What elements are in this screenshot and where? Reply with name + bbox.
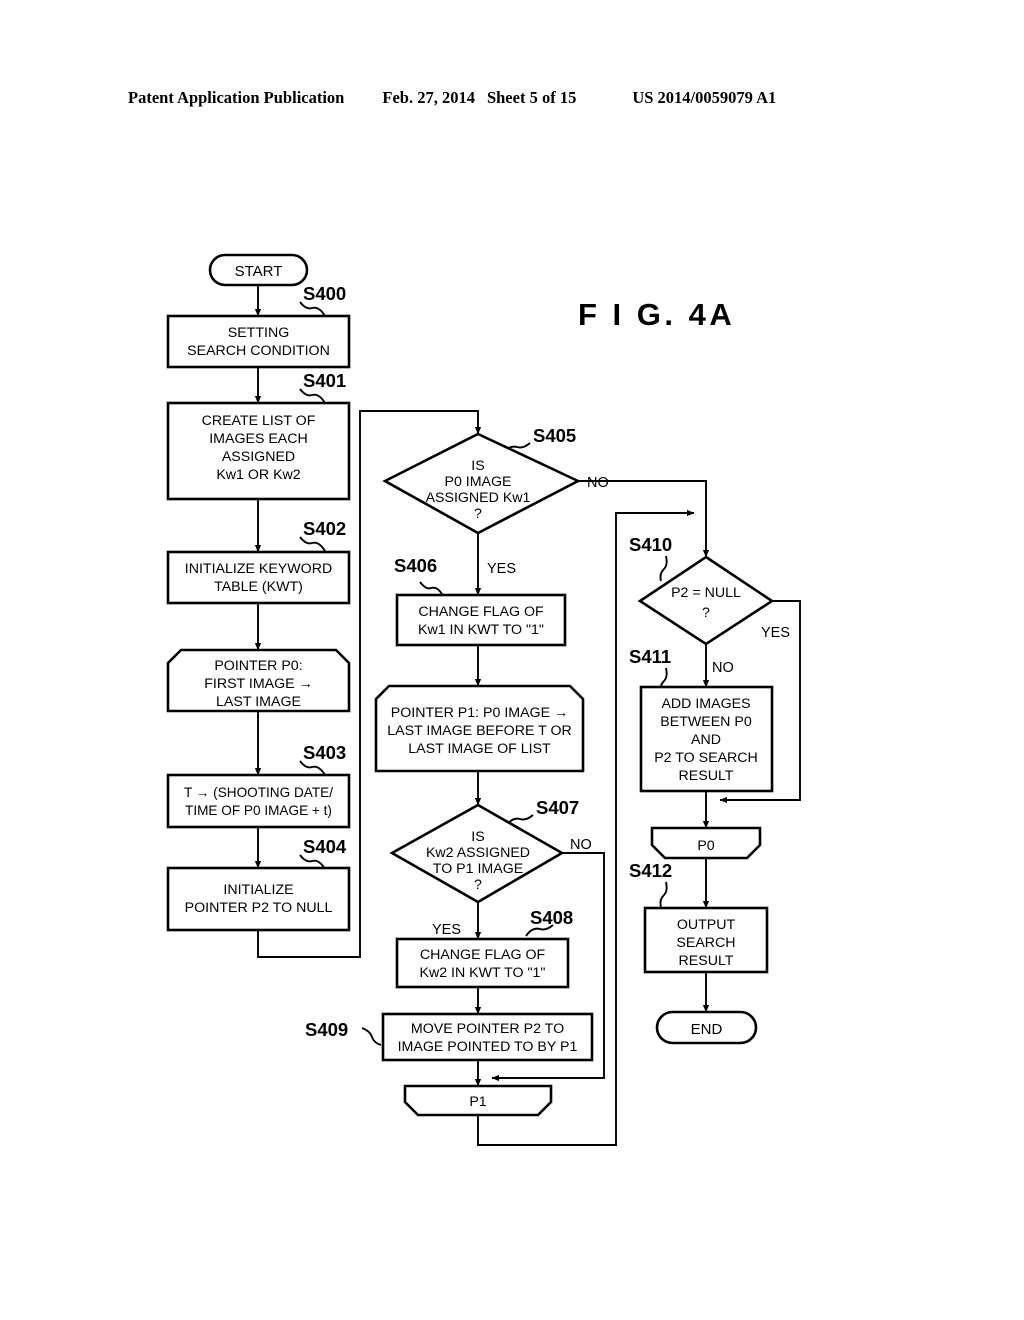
node-s401-line4: Kw1 OR Kw2 xyxy=(216,467,300,483)
branch-label-s405-yes: YES xyxy=(487,561,516,577)
node-s400-line1: SETTING xyxy=(228,325,289,341)
node-s405-line2: P0 IMAGE xyxy=(444,474,511,490)
loop-p0-start-line3: LAST IMAGE xyxy=(216,694,301,710)
step-label-s407: S407 xyxy=(536,797,579,818)
leader-s402 xyxy=(299,536,326,552)
node-s407-line1: IS xyxy=(471,829,484,845)
leader-s412 xyxy=(659,881,668,908)
node-start: START xyxy=(208,253,309,287)
node-end: END xyxy=(655,1010,758,1045)
step-label-s411: S411 xyxy=(629,646,671,667)
branch-label-s405-no: NO xyxy=(587,475,609,491)
node-s403: T → (SHOOTING DATE/ TIME OF P0 IMAGE + t… xyxy=(166,773,351,829)
node-s403-line2: TIME OF P0 IMAGE + t) xyxy=(185,803,332,818)
step-label-s405: S405 xyxy=(533,425,576,446)
node-s411-line2: BETWEEN P0 xyxy=(660,714,752,730)
node-s407-line4: ? xyxy=(474,877,482,893)
node-s407-line2: Kw2 ASSIGNED xyxy=(426,845,530,861)
node-s407-line3: TO P1 IMAGE xyxy=(433,861,523,877)
loop-p0-start-line1: POINTER P0: xyxy=(214,658,302,674)
leader-s409 xyxy=(361,1027,382,1046)
node-s412-line2: SEARCH xyxy=(676,935,735,951)
node-s409: MOVE POINTER P2 TO IMAGE POINTED TO BY P… xyxy=(381,1012,594,1062)
node-s411-line5: RESULT xyxy=(679,768,734,784)
node-s409-line1: MOVE POINTER P2 TO xyxy=(411,1021,564,1037)
loop-p0-start-line2: FIRST IMAGE → xyxy=(204,676,313,692)
loop-p1-start-line2: LAST IMAGE BEFORE T OR xyxy=(387,723,572,739)
branch-label-s410-no: NO xyxy=(712,660,734,676)
node-s404-line2: POINTER P2 TO NULL xyxy=(185,900,333,916)
node-s400: SETTING SEARCH CONDITION xyxy=(166,314,351,369)
leader-s403 xyxy=(299,760,326,776)
node-s411: ADD IMAGES BETWEEN P0 AND P2 TO SEARCH R… xyxy=(639,685,774,793)
node-loop-p1-end: P1 xyxy=(403,1084,553,1117)
node-s408-line1: CHANGE FLAG OF xyxy=(420,947,546,963)
step-label-leaders xyxy=(299,301,668,1046)
node-s410: P2 = NULL ? xyxy=(637,555,775,646)
node-s405-line4: ? xyxy=(474,506,482,522)
step-label-s404: S404 xyxy=(303,836,347,857)
node-s406-line2: Kw1 IN KWT TO "1" xyxy=(418,622,544,638)
leader-s410 xyxy=(659,555,668,582)
node-s406-line1: CHANGE FLAG OF xyxy=(418,604,544,620)
node-s411-line3: AND xyxy=(691,732,721,748)
node-s412-line1: OUTPUT xyxy=(677,917,736,933)
loop-p1-start-line3: LAST IMAGE OF LIST xyxy=(408,741,551,757)
branch-label-s407-yes: YES xyxy=(432,922,461,938)
step-label-s409: S409 xyxy=(305,1019,348,1040)
node-s412: OUTPUT SEARCH RESULT xyxy=(643,906,769,974)
node-start-label: START xyxy=(235,263,283,280)
branch-label-s407-no: NO xyxy=(570,837,592,853)
node-s401: CREATE LIST OF IMAGES EACH ASSIGNED Kw1 … xyxy=(166,401,351,501)
loop-p0-end-label: P0 xyxy=(697,838,714,854)
node-s404-line1: INITIALIZE xyxy=(223,882,293,898)
node-s411-line1: ADD IMAGES xyxy=(661,696,750,712)
node-s409-line2: IMAGE POINTED TO BY P1 xyxy=(398,1039,578,1055)
node-loop-p0-end: P0 xyxy=(650,826,762,860)
step-label-s402: S402 xyxy=(303,518,346,539)
branch-label-s410-yes: YES xyxy=(761,625,790,641)
node-loop-p1-start: POINTER P1: P0 IMAGE → LAST IMAGE BEFORE… xyxy=(374,684,585,773)
node-s408-line2: Kw2 IN KWT TO "1" xyxy=(420,965,546,981)
node-s407: IS Kw2 ASSIGNED TO P1 IMAGE ? xyxy=(389,803,565,904)
step-label-s412: S412 xyxy=(629,860,672,881)
step-label-s408: S408 xyxy=(530,907,573,928)
step-label-s406: S406 xyxy=(394,555,437,576)
node-s410-line1: P2 = NULL xyxy=(671,585,741,601)
node-s405-line3: ASSIGNED Kw1 xyxy=(426,490,531,506)
node-s405: IS P0 IMAGE ASSIGNED Kw1 ? xyxy=(382,432,581,535)
node-s402-line2: TABLE (KWT) xyxy=(214,579,303,595)
step-label-s403: S403 xyxy=(303,742,346,763)
leader-s401 xyxy=(299,388,326,404)
node-s400-line2: SEARCH CONDITION xyxy=(187,343,330,359)
node-s401-line1: CREATE LIST OF xyxy=(202,413,316,429)
node-end-label: END xyxy=(691,1021,723,1038)
node-loop-p0-start: POINTER P0: FIRST IMAGE → LAST IMAGE xyxy=(166,648,351,713)
node-s410-line2: ? xyxy=(702,605,710,621)
step-label-s400: S400 xyxy=(303,283,346,304)
node-s404: INITIALIZE POINTER P2 TO NULL xyxy=(166,866,351,932)
node-s405-line1: IS xyxy=(471,458,484,474)
node-s408: CHANGE FLAG OF Kw2 IN KWT TO "1" xyxy=(395,937,570,989)
step-label-s410: S410 xyxy=(629,534,672,555)
loop-p1-start-line1: POINTER P1: P0 IMAGE → xyxy=(391,705,568,721)
node-s406: CHANGE FLAG OF Kw1 IN KWT TO "1" xyxy=(395,593,567,647)
node-s402-line1: INITIALIZE KEYWORD xyxy=(185,561,332,577)
node-s401-line3: ASSIGNED xyxy=(222,449,295,465)
node-s403-line1: T → (SHOOTING DATE/ xyxy=(184,785,333,800)
node-s402: INITIALIZE KEYWORD TABLE (KWT) xyxy=(166,550,351,605)
node-s412-line3: RESULT xyxy=(679,953,734,969)
patent-page: Patent Application Publication Feb. 27, … xyxy=(0,0,1024,1320)
loop-p1-end-label: P1 xyxy=(469,1094,486,1110)
step-label-s401: S401 xyxy=(303,370,346,391)
node-s401-line2: IMAGES EACH xyxy=(209,431,308,447)
node-s411-line4: P2 TO SEARCH xyxy=(654,750,758,766)
leader-s400 xyxy=(299,301,326,317)
flowchart-diagram: START SETTING SEARCH CONDITION S400 CREA… xyxy=(166,253,801,1146)
